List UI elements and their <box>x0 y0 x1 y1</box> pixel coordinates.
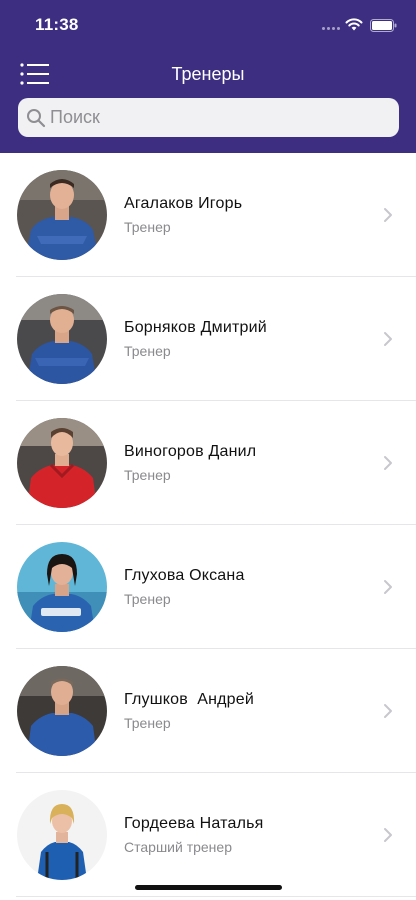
status-bar: 11:38 <box>0 0 416 52</box>
chevron-right-icon <box>384 456 392 470</box>
search-input[interactable] <box>50 98 390 137</box>
search-icon <box>27 109 46 128</box>
cellular-signal-icon <box>322 27 342 31</box>
chevron-right-icon <box>384 580 392 594</box>
trainer-role: Тренер <box>124 467 171 483</box>
trainer-name: Борняков Дмитрий <box>124 319 267 336</box>
trainer-role: Старший тренер <box>124 839 232 855</box>
trainer-avatar <box>17 170 107 260</box>
trainer-list: Агалаков Игорь Тренер Борняков Дмитрий Т… <box>0 153 416 897</box>
trainer-name: Агалаков Игорь <box>124 195 243 212</box>
app-header: 11:38 Тренеры <box>0 0 416 153</box>
trainer-avatar <box>17 666 107 756</box>
row-divider <box>16 896 416 897</box>
trainer-row[interactable]: Гордеева Наталья Старший тренер <box>0 773 416 897</box>
battery-icon <box>370 19 397 32</box>
trainer-role: Тренер <box>124 715 171 731</box>
trainer-avatar <box>17 418 107 508</box>
wifi-icon <box>345 18 363 31</box>
page-title: Тренеры <box>171 64 245 84</box>
home-indicator[interactable] <box>135 885 282 890</box>
chevron-right-icon <box>384 704 392 718</box>
trainer-role: Тренер <box>124 343 171 359</box>
trainer-name: Гордеева Наталья <box>124 815 264 832</box>
chevron-right-icon <box>384 828 392 842</box>
status-time: 11:38 <box>35 15 79 34</box>
trainer-role: Тренер <box>124 219 171 235</box>
trainer-row[interactable]: Виногоров Данил Тренер <box>0 401 416 525</box>
trainer-row[interactable]: Агалаков Игорь Тренер <box>0 153 416 277</box>
trainer-avatar <box>17 542 107 632</box>
trainer-name: Виногоров Данил <box>124 443 257 460</box>
navigation-bar: Тренеры <box>0 52 416 96</box>
trainer-name: Глушков Андрей <box>124 691 254 708</box>
chevron-right-icon <box>384 208 392 222</box>
search-bar[interactable] <box>18 98 399 137</box>
trainer-avatar <box>17 790 107 880</box>
trainer-row[interactable]: Глухова Оксана Тренер <box>0 525 416 649</box>
trainer-role: Тренер <box>124 591 171 607</box>
trainer-row[interactable]: Глушков Андрей Тренер <box>0 649 416 773</box>
trainer-name: Глухова Оксана <box>124 567 245 584</box>
chevron-right-icon <box>384 332 392 346</box>
trainer-avatar <box>17 294 107 384</box>
trainer-row[interactable]: Борняков Дмитрий Тренер <box>0 277 416 401</box>
